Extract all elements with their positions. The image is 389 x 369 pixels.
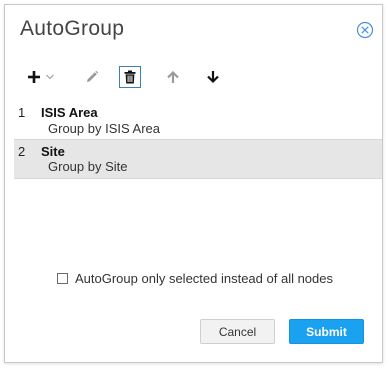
- selected-only-label: AutoGroup only selected instead of all n…: [75, 271, 334, 286]
- item-description: Group by ISIS Area: [48, 121, 161, 136]
- move-down-button[interactable]: [202, 65, 224, 89]
- arrow-up-icon: [167, 70, 179, 83]
- selected-only-option[interactable]: AutoGroup only selected instead of all n…: [57, 271, 333, 286]
- list-item-selected[interactable]: 2 Site Group by Site: [14, 139, 382, 179]
- chevron-down-icon: [46, 74, 54, 80]
- trash-icon: [124, 70, 136, 84]
- close-circle-icon: [356, 21, 374, 39]
- item-index: 2: [18, 144, 26, 159]
- selected-only-checkbox[interactable]: [57, 273, 68, 284]
- submit-button[interactable]: Submit: [289, 319, 364, 344]
- arrow-down-icon: [207, 71, 219, 84]
- pencil-icon: [87, 70, 99, 82]
- cancel-button[interactable]: Cancel: [200, 319, 275, 344]
- plus-icon: [28, 71, 40, 83]
- delete-group-button[interactable]: [119, 66, 141, 88]
- item-name: Site: [41, 144, 65, 159]
- item-name: ISIS Area: [41, 105, 98, 120]
- toolbar: [19, 65, 239, 91]
- add-group-button[interactable]: [23, 65, 59, 89]
- list-item[interactable]: 1 ISIS Area Group by ISIS Area: [14, 101, 382, 139]
- autogroup-dialog: AutoGroup 1 ISIS Area Group by ISIS Area…: [4, 4, 383, 363]
- move-up-button[interactable]: [162, 65, 184, 89]
- dialog-title: AutoGroup: [20, 17, 125, 40]
- group-list: 1 ISIS Area Group by ISIS Area 2 Site Gr…: [14, 101, 382, 179]
- edit-group-button[interactable]: [81, 65, 103, 89]
- item-description: Group by Site: [48, 159, 128, 174]
- item-index: 1: [18, 105, 26, 120]
- close-button[interactable]: [356, 21, 374, 39]
